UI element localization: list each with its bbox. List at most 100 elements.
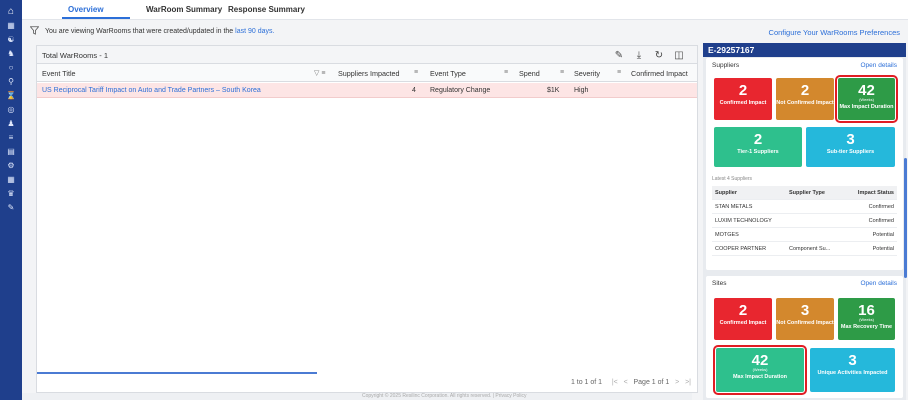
column-menu-icon[interactable]: ≡: [617, 69, 621, 76]
col-supplier-type: Supplier Type: [789, 190, 825, 196]
max-impact-duration-tile[interactable]: 42 (Weeks) Max Impact Duration: [835, 75, 898, 123]
suppliers-open-details-link[interactable]: Open details: [861, 62, 898, 69]
impact-status: Potential: [872, 246, 894, 252]
tab-warroom-summary[interactable]: WarRoom Summary: [146, 5, 222, 14]
tile-label: Not Confirmed Impact: [776, 100, 834, 106]
subtier-suppliers-tile[interactable]: 3 Sub-tier Suppliers: [806, 127, 895, 167]
settings-flow-icon[interactable]: ♛: [4, 189, 18, 200]
edit-doc-icon[interactable]: ✎: [4, 203, 18, 214]
tile-label: Max Impact Duration: [732, 374, 788, 380]
last-90-days-link[interactable]: last 90 days.: [235, 28, 274, 35]
suppliers-title: Suppliers: [712, 62, 740, 69]
grid-icon[interactable]: ▤: [4, 147, 18, 158]
severity-cell: High: [574, 87, 589, 94]
table-row[interactable]: LUXIM TECHNOLOGY Confirmed: [712, 214, 897, 228]
horizontal-scrollbar[interactable]: [37, 372, 317, 374]
tile-number: 3: [800, 302, 810, 319]
column-menu-icon[interactable]: ≡: [560, 69, 564, 76]
col-event-title[interactable]: Event Title: [42, 69, 76, 78]
unique-activities-tile[interactable]: 3 Unique Activities Impacted: [810, 348, 895, 392]
tile-number: 2: [738, 82, 748, 99]
tab-response-summary[interactable]: Response Summary: [228, 5, 305, 14]
users-group-icon[interactable]: ♞: [4, 49, 18, 60]
hourglass-icon[interactable]: ⌛: [4, 91, 18, 102]
table-icon[interactable]: ▦: [4, 175, 18, 186]
sites-title: Sites: [712, 280, 727, 287]
org-chart-icon[interactable]: ☯: [4, 35, 18, 46]
tab-overview[interactable]: Overview: [68, 5, 104, 14]
tile-number: 3: [846, 131, 855, 148]
tile-label: Confirmed Impact: [719, 320, 767, 326]
person-icon[interactable]: ♟: [4, 119, 18, 130]
tile-number: 2: [800, 82, 810, 99]
first-page-icon[interactable]: |<: [612, 379, 618, 386]
supplier-name: LUXIM TECHNOLOGY: [715, 218, 772, 224]
tile-label: Sub-tier Suppliers: [826, 149, 875, 155]
tile-label: Tier-1 Suppliers: [737, 149, 779, 155]
filter-menu-icon[interactable]: ▽ ≡: [314, 69, 325, 77]
tile-label: Unique Activities Impacted: [817, 370, 888, 376]
sites-confirmed-impact-tile[interactable]: 2 Confirmed Impact: [714, 298, 772, 340]
grid-toolbar: Total WarRooms - 1 ✎ ⤓ ↻ ◫: [37, 46, 697, 64]
col-impact-status: Impact Status: [857, 190, 894, 196]
spend-cell: $1K: [547, 87, 560, 94]
copyright-text: Copyright © 2025 Resilinc Corporation. A…: [362, 393, 527, 399]
page-indicator: Page 1 of 1: [633, 379, 670, 386]
supplier-type: Component Su...: [789, 246, 831, 252]
mapping-icon[interactable]: ⚲: [4, 77, 18, 88]
col-severity[interactable]: Severity: [574, 69, 600, 78]
tile-number: 2: [753, 131, 763, 148]
tile-label: Confirmed Impact: [719, 100, 767, 106]
table-row[interactable]: US Reciprocal Tariff Impact on Auto and …: [37, 83, 697, 98]
filter-icon[interactable]: [30, 26, 39, 35]
table-row[interactable]: MOTGES Potential: [712, 228, 897, 242]
panel-scrollbar[interactable]: [904, 158, 907, 278]
table-row[interactable]: COOPER PARTNER Component Su... Potential: [712, 242, 897, 256]
calendar-icon[interactable]: ▦: [4, 21, 18, 32]
tier1-suppliers-tile[interactable]: 2 Tier-1 Suppliers: [714, 127, 802, 167]
event-id: E-29257167: [703, 43, 906, 57]
sites-max-impact-duration-tile[interactable]: 42 (Weeks) Max Impact Duration: [713, 345, 807, 395]
home-icon[interactable]: ⌂: [4, 7, 18, 18]
supplier-name: MOTGES: [715, 232, 739, 238]
footer: Copyright © 2025 Resilinc Corporation. A…: [22, 393, 692, 400]
col-suppliers-impacted[interactable]: Suppliers Impacted: [338, 69, 400, 78]
tile-number: 2: [738, 302, 748, 319]
column-menu-icon[interactable]: ≡: [504, 69, 508, 76]
sites-open-details-link[interactable]: Open details: [861, 280, 898, 287]
prev-page-icon[interactable]: <: [624, 379, 628, 386]
last-page-icon[interactable]: >|: [685, 379, 691, 386]
download-icon[interactable]: ⤓: [633, 49, 645, 61]
columns-icon[interactable]: ◫: [673, 49, 685, 61]
hierarchy-icon[interactable]: ⚙: [4, 161, 18, 172]
max-recovery-time-tile[interactable]: 16 (Weeks) Max Recovery Time: [838, 298, 895, 340]
edit-icon[interactable]: ✎: [613, 49, 625, 61]
col-event-type[interactable]: Event Type: [430, 69, 466, 78]
tile-number: 16: [858, 302, 875, 319]
info-bar: You are viewing WarRooms that were creat…: [22, 25, 908, 39]
sites-not-confirmed-impact-tile[interactable]: 3 Not Confirmed Impact: [776, 298, 834, 340]
refresh-icon[interactable]: ↻: [653, 49, 665, 61]
tile-label: Max Recovery Time: [840, 324, 893, 330]
left-nav: ⌂ ▦ ☯ ♞ ○ ⚲ ⌛ ◎ ♟ ≡ ▤ ⚙ ▦ ♛ ✎: [0, 0, 22, 400]
col-spend[interactable]: Spend: [519, 69, 540, 78]
confirmed-impact-tile[interactable]: 2 Confirmed Impact: [714, 78, 772, 120]
tile-unit: (Weeks): [859, 317, 874, 322]
impact-status: Confirmed: [868, 204, 894, 210]
event-title-link[interactable]: US Reciprocal Tariff Impact on Auto and …: [42, 87, 261, 94]
not-confirmed-impact-tile[interactable]: 2 Not Confirmed Impact: [776, 78, 834, 120]
tile-number: 3: [848, 352, 857, 369]
tile-number: 42: [751, 352, 769, 369]
info-text: You are viewing WarRooms that were creat…: [45, 28, 275, 35]
configure-preferences-link[interactable]: Configure Your WarRooms Preferences: [769, 28, 900, 37]
column-menu-icon[interactable]: ≡: [414, 69, 418, 76]
network-icon[interactable]: ○: [4, 63, 18, 74]
total-warrooms: Total WarRooms - 1: [42, 51, 108, 60]
tile-unit: (Weeks): [752, 367, 768, 372]
next-page-icon[interactable]: >: [675, 379, 679, 386]
col-confirmed-impact[interactable]: Confirmed Impact: [631, 69, 688, 78]
list-icon[interactable]: ≡: [4, 133, 18, 144]
col-supplier: Supplier: [715, 190, 738, 196]
radar-icon[interactable]: ◎: [4, 105, 18, 116]
table-row[interactable]: STAN METALS Confirmed: [712, 200, 897, 214]
